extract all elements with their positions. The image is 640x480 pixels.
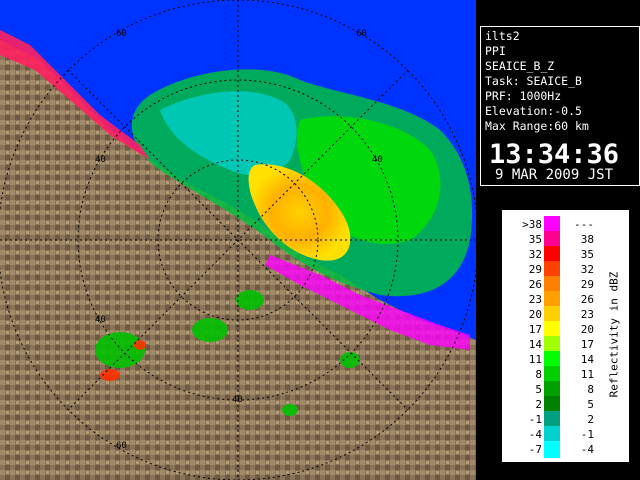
scan-date: 9 MAR 2009 JST [495, 167, 614, 183]
task-name: Task: SEAICE_B [485, 74, 582, 88]
range-label: 60 [116, 29, 127, 39]
legend-title: Reflectivity in dBZ [607, 271, 621, 398]
range-label: 60 [116, 441, 127, 451]
legend-row-min: -7 [528, 443, 542, 456]
range-label: 60 [356, 29, 367, 39]
range-label: 40 [232, 395, 243, 405]
scan-mode: PPI [485, 44, 506, 58]
legend-row: -7 -4 [502, 441, 602, 458]
info-panel: ilts2 PPI SEAICE_B_Z Task: SEAICE_B PRF:… [480, 26, 640, 186]
radar-ppi-view: 60 60 40 40 40 40 60 [0, 0, 476, 480]
range-label: 40 [372, 155, 383, 165]
color-legend: >38 --- 35 38 32 35 29 32 26 29 23 26 20 23 17 20 14 17 11… [502, 210, 629, 462]
product-name: SEAICE_B_Z [485, 59, 555, 73]
legend-row-max: -4 [580, 443, 594, 456]
range-label: 40 [95, 315, 106, 325]
station-name: ilts2 [485, 29, 520, 43]
radar-map: 60 60 40 40 40 40 60 [0, 0, 476, 480]
range-label: 40 [95, 155, 106, 165]
elevation-value: Elevation:-0.5 [485, 104, 582, 118]
max-range-value: Max Range:60 km [485, 119, 589, 133]
legend-swatch [544, 441, 560, 458]
prf-value: PRF: 1000Hz [485, 89, 562, 103]
scan-time: 13:34:36 [489, 139, 620, 170]
